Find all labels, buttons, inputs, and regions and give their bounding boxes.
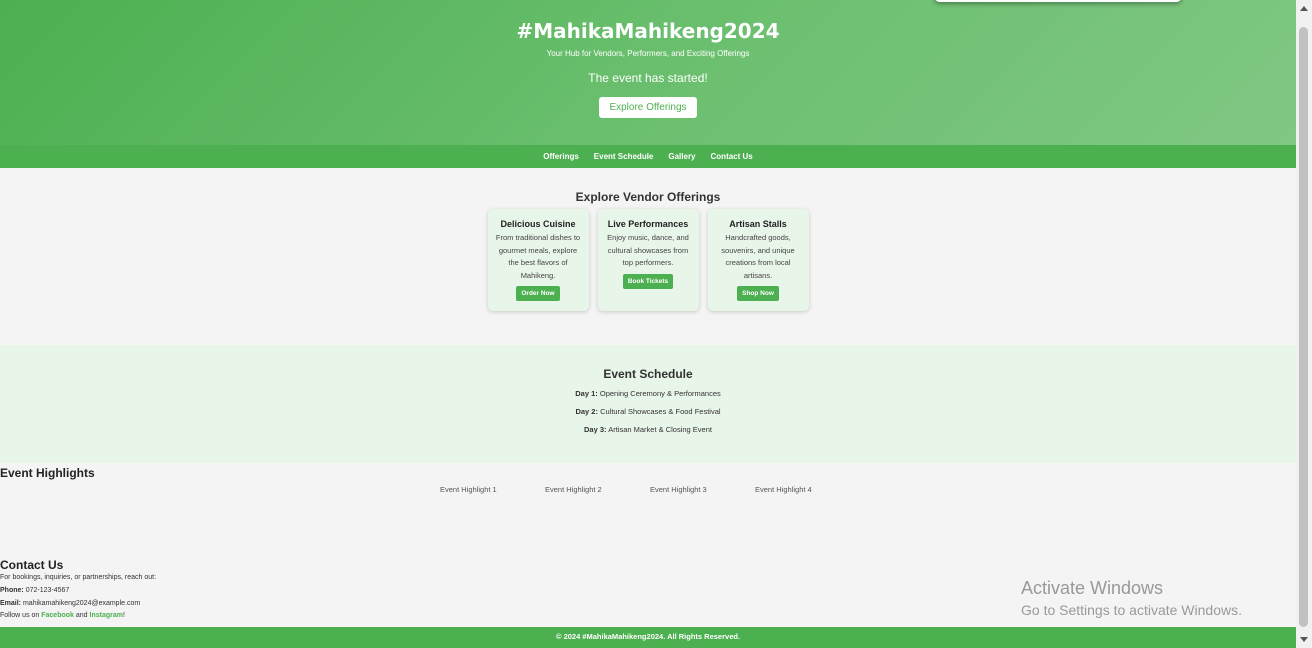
offering-card-artisan: Artisan Stalls Handcrafted goods, souven… <box>707 209 809 312</box>
schedule-day-1: Day 1: Opening Ceremony & Performances <box>0 389 1296 398</box>
hero-tagline: Your Hub for Vendors, Performers, and Ex… <box>546 49 750 58</box>
shop-now-button[interactable]: Shop Now <box>737 286 779 302</box>
offering-card-performances: Live Performances Enjoy music, dance, an… <box>597 209 699 312</box>
order-now-button[interactable]: Order Now <box>516 286 560 302</box>
explore-offerings-button[interactable]: Explore Offerings <box>599 97 697 118</box>
gallery-images: Event Highlight 1 Event Highlight 2 Even… <box>0 485 1296 494</box>
scroll-down-arrow-icon[interactable] <box>1300 637 1308 642</box>
nav-item-offerings[interactable]: Offerings <box>543 152 579 161</box>
day-text: Opening Ceremony & Performances <box>599 389 721 398</box>
follow-suffix: ! <box>123 612 125 620</box>
scroll-up-arrow-icon[interactable] <box>1300 6 1308 11</box>
card-description: From traditional dishes to gourmet meals… <box>495 233 581 280</box>
nav-item-gallery[interactable]: Gallery <box>668 152 695 161</box>
card-description: Handcrafted goods, souvenirs, and unique… <box>721 233 795 280</box>
nav-item-contact-us[interactable]: Contact Us <box>711 152 753 161</box>
card-title: Delicious Cuisine <box>500 219 576 229</box>
day-label: Day 1: <box>575 389 598 398</box>
page-title: #MahikaMahikeng2024 <box>516 19 780 43</box>
instagram-link[interactable]: Instagram <box>90 612 123 619</box>
card-title: Artisan Stalls <box>729 219 787 229</box>
day-text: Artisan Market & Closing Event <box>608 425 712 434</box>
scrollbar-thumb[interactable] <box>1299 27 1308 627</box>
page-footer: © 2024 #MahikaMahikeng2024. All Rights R… <box>0 627 1296 648</box>
day-text: Cultural Showcases & Food Festival <box>600 407 721 416</box>
offerings-cards: Delicious Cuisine From traditional dishe… <box>0 209 1296 312</box>
schedule-day-2: Day 2: Cultural Showcases & Food Festiva… <box>0 407 1296 416</box>
card-title: Live Performances <box>607 219 689 229</box>
follow-and: and <box>75 612 88 620</box>
page: #MahikaMahikeng2024 Your Hub for Vendors… <box>0 0 1296 648</box>
contact-title: Contact Us <box>0 558 64 572</box>
highlight-image-1[interactable]: Event Highlight 1 <box>440 485 545 494</box>
windows-activation-watermark: Activate Windows Go to Settings to activ… <box>1021 578 1242 618</box>
card-description: Enjoy music, dance, and cultural showcas… <box>607 233 689 268</box>
highlight-image-4[interactable]: Event Highlight 4 <box>755 485 860 494</box>
email-label: Email: <box>0 599 22 607</box>
main-nav: Offerings Event Schedule Gallery Contact… <box>0 145 1296 168</box>
book-tickets-button[interactable]: Book Tickets <box>622 273 674 289</box>
schedule-section: Event Schedule Day 1: Opening Ceremony &… <box>0 345 1296 463</box>
follow-prefix: Follow us on <box>0 612 40 620</box>
event-status: The event has started! <box>588 71 708 85</box>
offerings-section: Explore Vendor Offerings Delicious Cuisi… <box>0 168 1296 345</box>
dropdown-popup <box>934 0 1182 2</box>
schedule-day-3: Day 3: Artisan Market & Closing Event <box>0 425 1296 434</box>
phone-value: 072-123-4567 <box>25 586 70 594</box>
gallery-section: Event Highlights Event Highlight 1 Event… <box>0 463 1296 556</box>
facebook-link[interactable]: Facebook <box>41 612 74 619</box>
day-label: Day 3: <box>584 425 607 434</box>
phone-label: Phone: <box>0 586 24 594</box>
nav-item-event-schedule[interactable]: Event Schedule <box>594 152 654 161</box>
highlight-image-3[interactable]: Event Highlight 3 <box>650 485 755 494</box>
schedule-title: Event Schedule <box>603 367 693 381</box>
gallery-title: Event Highlights <box>0 466 95 480</box>
email-value: mahikamahikeng2024@example.com <box>22 599 141 607</box>
watermark-line-1: Activate Windows <box>1021 578 1164 598</box>
vertical-scrollbar[interactable] <box>1296 0 1312 648</box>
highlight-image-2[interactable]: Event Highlight 2 <box>545 485 650 494</box>
watermark-line-2: Go to Settings to activate Windows. <box>1021 602 1242 618</box>
offering-card-cuisine: Delicious Cuisine From traditional dishe… <box>487 209 589 312</box>
offerings-title: Explore Vendor Offerings <box>575 190 721 204</box>
hero-header: #MahikaMahikeng2024 Your Hub for Vendors… <box>0 0 1296 145</box>
day-label: Day 2: <box>575 407 598 416</box>
